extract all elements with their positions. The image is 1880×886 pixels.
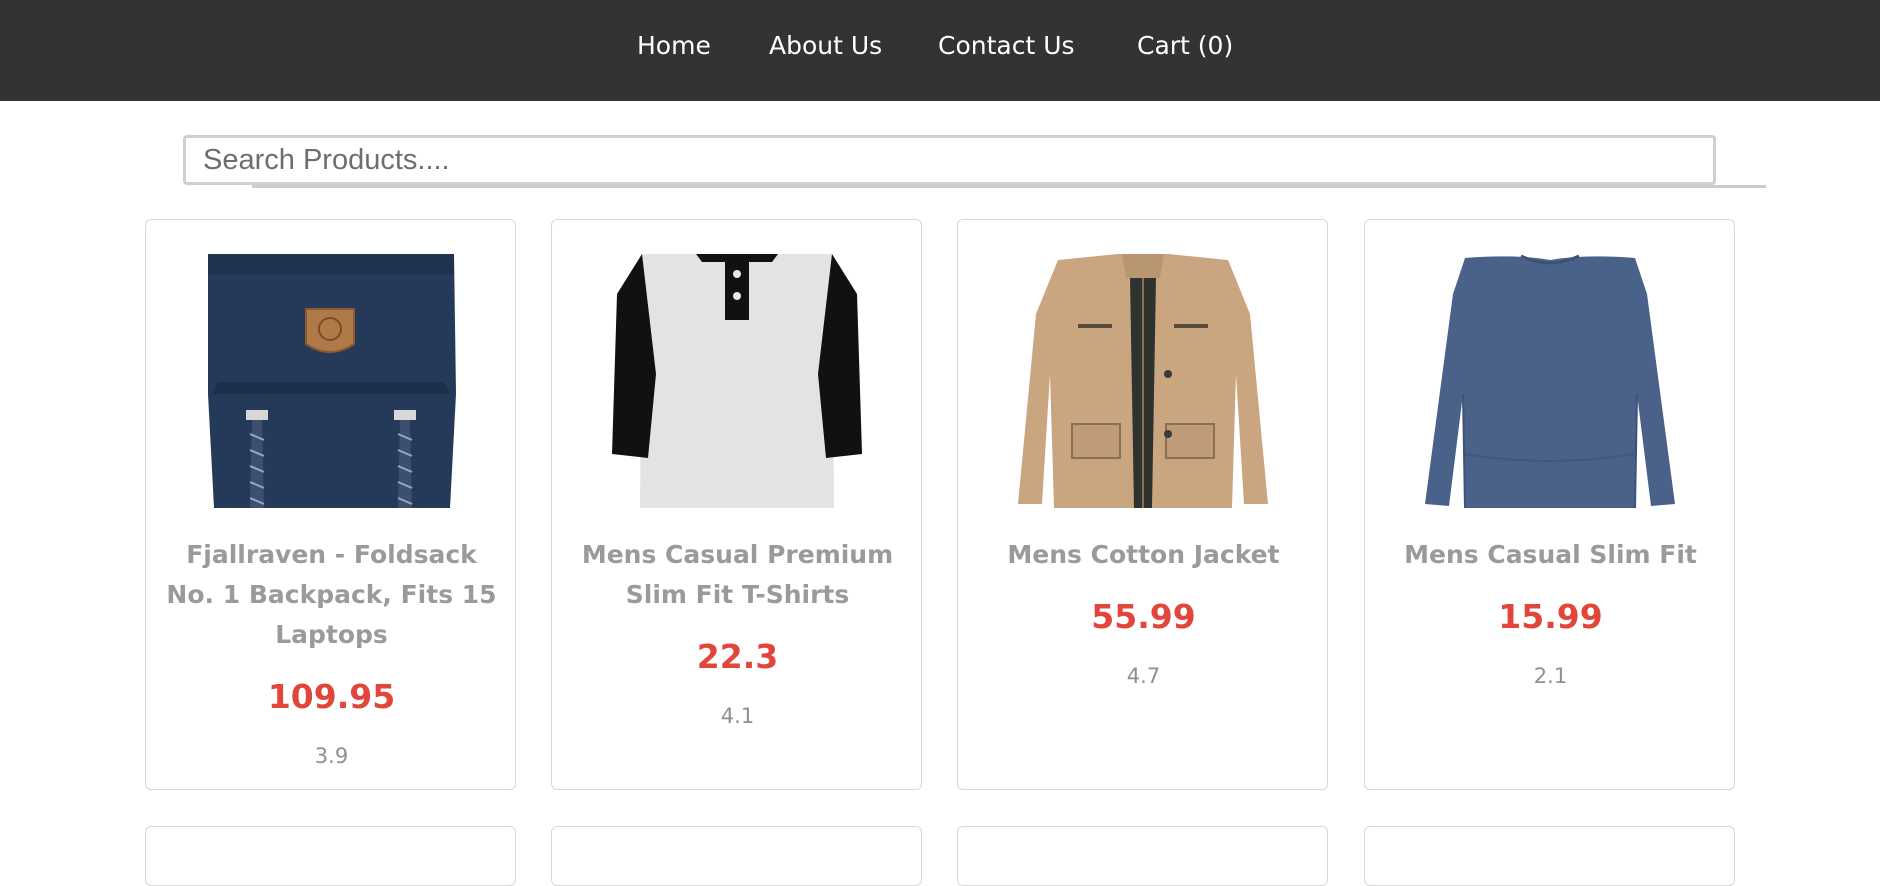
product-price: 55.99 [1091,597,1196,636]
product-title[interactable]: Fjallraven - Foldsack No. 1 Backpack, Fi… [166,535,497,655]
product-rating: 2.1 [1533,664,1568,688]
product-title[interactable]: Mens Casual Slim Fit [1385,535,1716,575]
product-rating: 4.7 [1126,664,1161,688]
product-title[interactable]: Mens Casual Premium Slim Fit T-Shirts [572,535,903,615]
product-price: 15.99 [1498,597,1603,636]
top-navbar: Home About Us Contact Us Cart (0) [0,0,1880,101]
product-image-backpack[interactable] [206,254,456,508]
product-rating: 3.9 [314,744,349,768]
product-image-longsleeve[interactable] [1425,254,1675,508]
product-image-jacket[interactable] [1018,254,1268,508]
nav-contact-link[interactable]: Contact Us [938,28,1075,64]
product-card[interactable]: Mens Casual Premium Slim Fit T-Shirts 22… [551,219,922,790]
product-card[interactable] [145,826,516,886]
product-price: 22.3 [696,637,779,676]
product-card[interactable]: Mens Cotton Jacket 55.99 4.7 [957,219,1328,790]
product-title[interactable]: Mens Cotton Jacket [978,535,1309,575]
product-card[interactable] [551,826,922,886]
product-card[interactable]: Fjallraven - Foldsack No. 1 Backpack, Fi… [145,219,516,790]
product-card[interactable]: Mens Casual Slim Fit 15.99 2.1 [1364,219,1735,790]
search-divider [252,185,1766,188]
nav-home-link[interactable]: Home [637,28,711,64]
nav-cart-link[interactable]: Cart (0) [1137,28,1233,64]
product-card[interactable] [957,826,1328,886]
product-image-tshirt[interactable] [612,254,862,508]
product-rating: 4.1 [720,704,755,728]
search-input[interactable] [183,135,1716,185]
product-price: 109.95 [267,677,396,716]
nav-about-link[interactable]: About Us [769,28,882,64]
product-card[interactable] [1364,826,1735,886]
